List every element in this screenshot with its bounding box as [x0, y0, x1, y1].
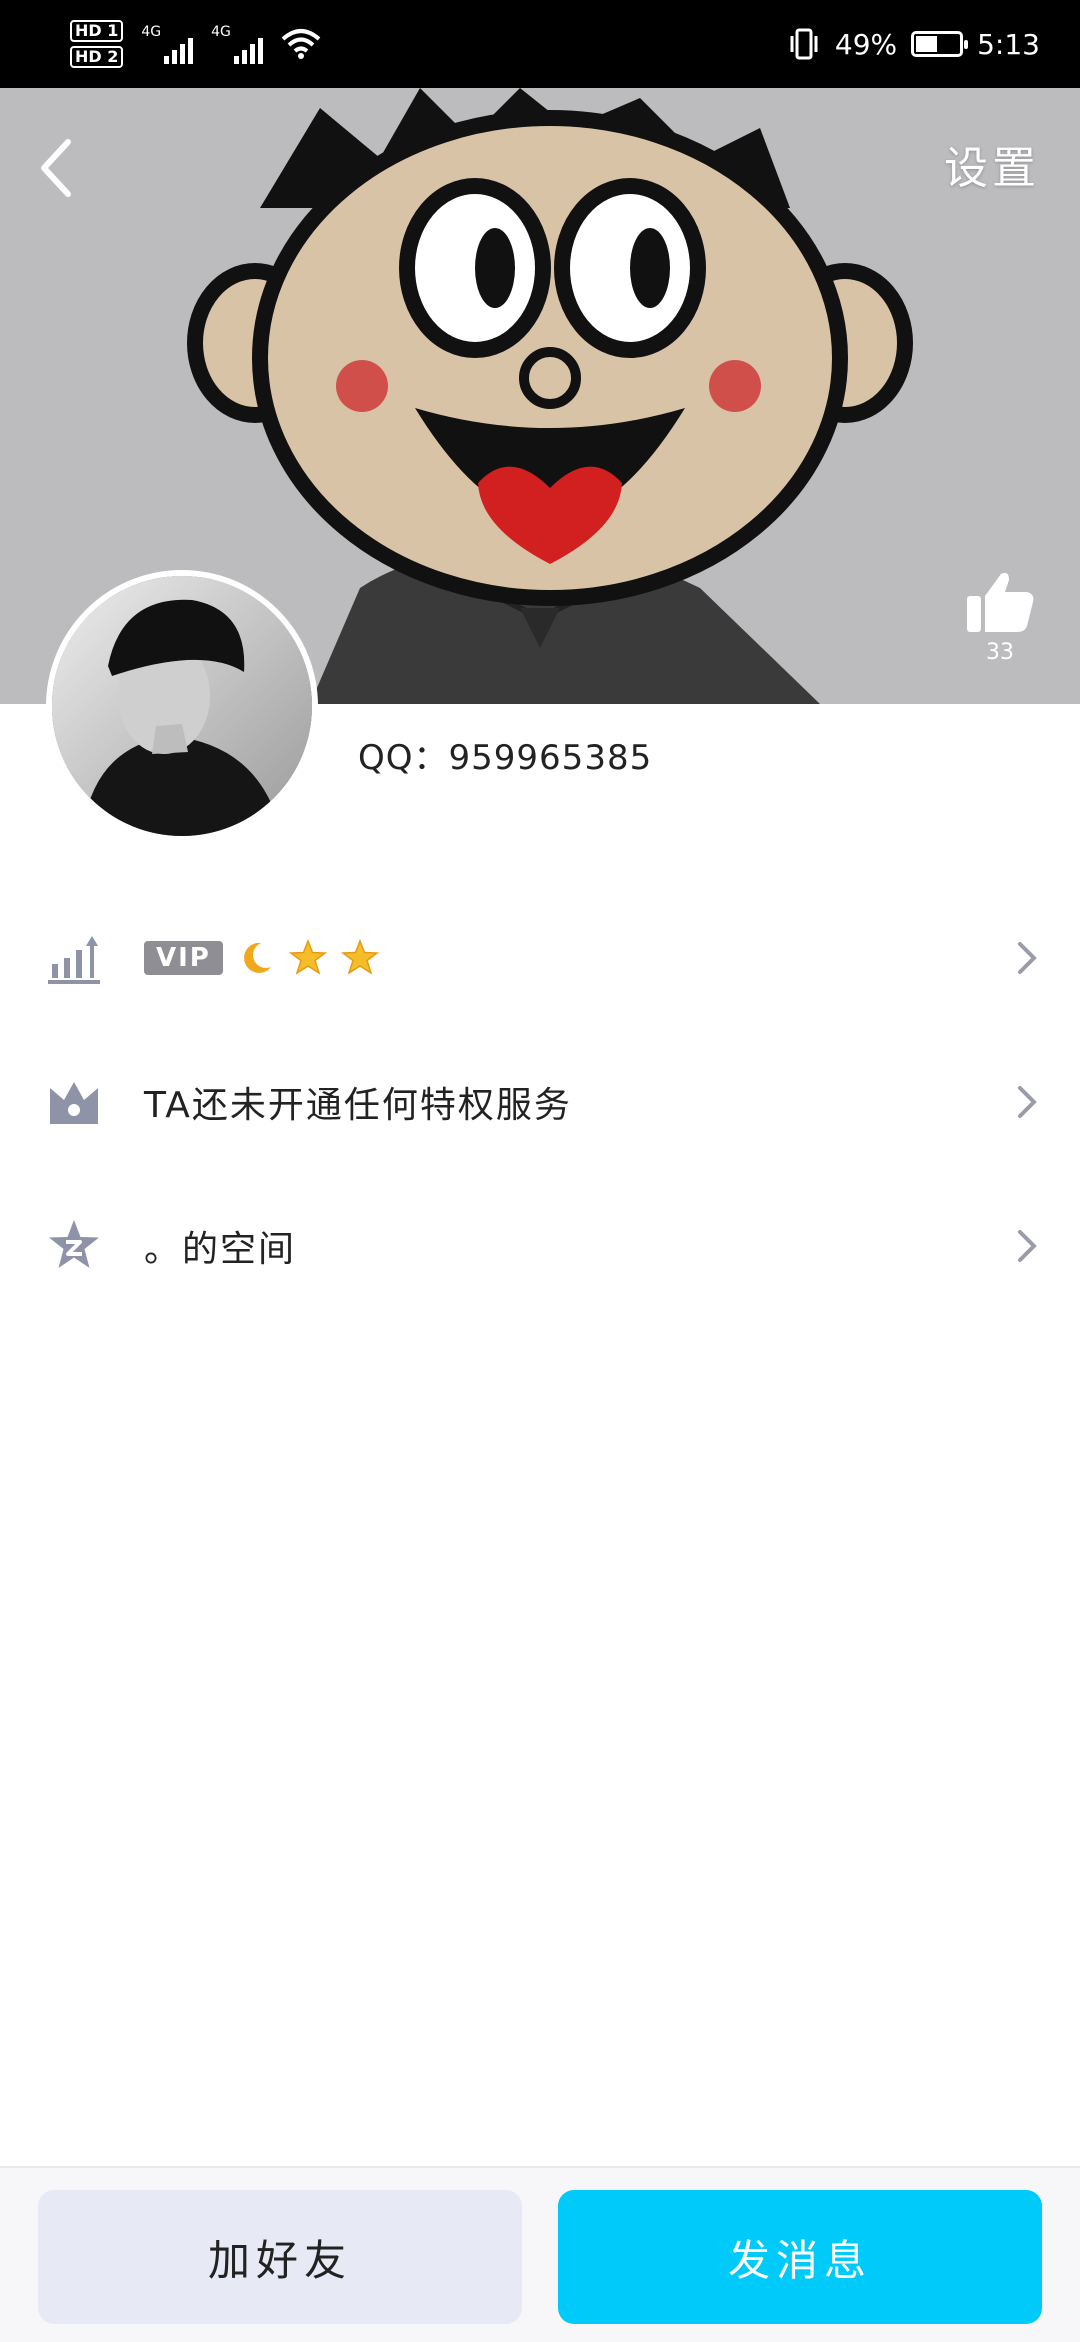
- avatar-photo: [52, 576, 312, 836]
- battery-icon: [911, 31, 969, 57]
- wifi-icon: [281, 29, 321, 59]
- vip-level-content: VIP: [144, 939, 379, 977]
- qq-number: QQ：959965385: [358, 738, 653, 778]
- hd-1-icon: HD 1: [70, 20, 124, 42]
- qzone-star-icon: [49, 1220, 99, 1268]
- battery-percent: 49%: [834, 27, 898, 61]
- moon-level-icon: [243, 942, 271, 973]
- vip-level-row[interactable]: VIP: [0, 886, 1080, 1030]
- vip-badge: VIP: [144, 941, 223, 975]
- status-right: 49% 5:13: [787, 0, 1040, 88]
- settings-button[interactable]: 设置: [944, 132, 1040, 196]
- chevron-right-icon: [1018, 1086, 1037, 1118]
- profile-menu: VIP TA还未开通任何特权服务 。的空间: [0, 886, 1080, 1318]
- status-bar: HD 1 HD 2 4G 4G 49% 5:13: [0, 0, 1080, 88]
- hd-indicators: HD 1 HD 2: [70, 20, 124, 68]
- chevron-right-icon: [1018, 942, 1037, 974]
- qzone-text: 。的空间: [144, 1229, 297, 1270]
- hd-2-icon: HD 2: [70, 46, 124, 68]
- vibrate-icon: [790, 28, 818, 60]
- network-type-1: 4G: [141, 24, 162, 40]
- crown-badge-icon: [50, 1082, 98, 1124]
- signal-1-icon: 4G: [141, 24, 194, 64]
- bottom-action-bar: 加好友 发消息: [0, 2166, 1080, 2342]
- privilege-content: TA还未开通任何特权服务: [144, 1076, 572, 1128]
- send-message-button[interactable]: 发消息: [558, 2190, 1042, 2324]
- network-type-2: 4G: [211, 24, 231, 40]
- signal-2-icon: 4G: [211, 24, 263, 64]
- add-friend-button[interactable]: 加好友: [38, 2190, 522, 2324]
- chevron-right-icon: [1018, 1230, 1037, 1262]
- like-count: 33: [986, 640, 1014, 665]
- back-arrow-icon[interactable]: [24, 128, 84, 208]
- qzone-content: 。的空间: [144, 1220, 296, 1272]
- status-left: HD 1 HD 2 4G 4G: [70, 14, 321, 74]
- star-level-icon: [340, 939, 379, 975]
- avatar[interactable]: [46, 570, 318, 842]
- clock: 5:13: [977, 27, 1040, 61]
- privilege-row[interactable]: TA还未开通任何特权服务: [0, 1030, 1080, 1174]
- battery-level-fill: [916, 36, 937, 52]
- qzone-row[interactable]: 。的空间: [0, 1174, 1080, 1318]
- like-button[interactable]: 33: [960, 568, 1040, 665]
- thumbs-up-icon: [967, 572, 1034, 632]
- star-level-icon: [288, 939, 327, 975]
- level-up-chart-icon: [48, 936, 100, 984]
- privilege-text: TA还未开通任何特权服务: [144, 1085, 572, 1126]
